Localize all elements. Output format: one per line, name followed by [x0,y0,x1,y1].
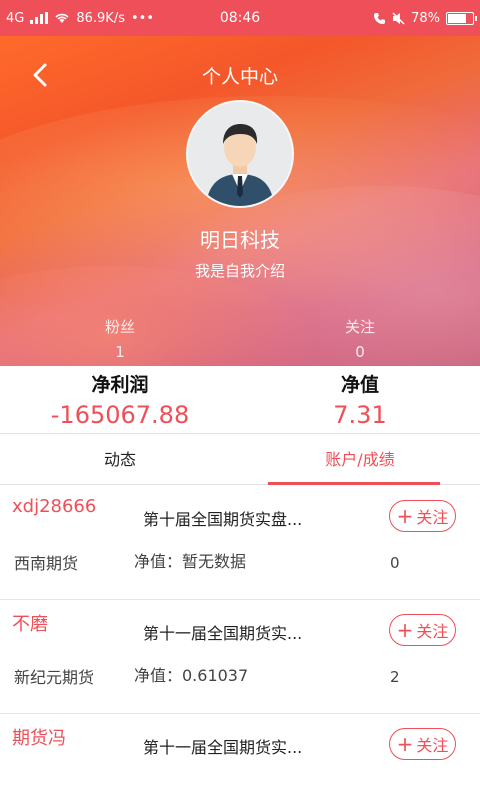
contest-name: 第十一届全国期货实... [143,624,303,643]
active-tab-indicator [268,482,440,485]
page-title: 个人中心 [201,66,278,88]
fans-stat[interactable]: 粉丝 1 [60,316,180,361]
net-value: 净值 7.31 [240,370,480,429]
contest-name: 第十届全国期货实盘... [143,510,303,529]
profile-name: 明日科技 [200,228,280,252]
following-stat[interactable]: 关注 0 [300,316,420,361]
follow-label: 关注 [416,508,449,527]
account-count: 2 [390,668,400,686]
status-right: 78% [373,10,477,26]
status-bar: 4G 86.9K/s ••• 08:46 78% [0,0,480,36]
account-count: 0 [390,554,400,572]
wifi-icon [55,13,69,23]
battery-icon [446,11,477,25]
following-count: 0 [355,343,365,361]
broker-name: 西南期货 [14,554,79,573]
list-item[interactable]: xdj28666 第十届全国期货实盘... + 关注 西南期货 净值：暂无数据 … [0,486,480,600]
list-item[interactable]: 不磨 第十一届全国期货实... + 关注 新纪元期货 净值：0.61037 2 [0,600,480,714]
follow-button[interactable]: + 关注 [389,500,456,532]
net-value-value: 7.31 [333,401,387,429]
plus-icon: + [396,618,414,642]
tab-bar: 动态 账户/成绩 [0,435,480,485]
account-nav: 净值：暂无数据 [134,552,247,571]
phone-icon [374,12,386,24]
follow-label: 关注 [416,736,449,755]
tab-activity[interactable]: 动态 [0,435,240,485]
status-time: 08:46 [219,10,261,26]
list-item[interactable]: 期货冯 第十一届全国期货实... + 关注 [0,714,480,800]
following-label: 关注 [344,318,375,336]
mute-icon [392,11,405,25]
broker-name: 新纪元期货 [14,668,95,687]
account-name: 期货冯 [12,728,66,749]
user-avatar-icon [188,102,292,206]
plus-icon: + [396,732,414,756]
net-profit-value: -165067.88 [50,401,190,429]
net-profit: 净利润 -165067.88 [0,370,240,429]
contest-name: 第十一届全国期货实... [143,738,303,757]
performance-summary: 净利润 -165067.88 净值 7.31 [0,366,480,434]
plus-icon: + [396,504,414,528]
follow-button[interactable]: + 关注 [389,728,456,760]
network-speed: 86.9K/s [76,10,125,26]
net-value-label: 净值 [340,374,379,396]
profile-header: 个人中心 明日科技 我是自我介绍 粉丝 1 关注 0 [0,36,480,366]
status-left: 4G 86.9K/s ••• [6,11,154,26]
follow-button[interactable]: + 关注 [389,614,456,646]
account-name: xdj28666 [12,496,97,517]
account-list: xdj28666 第十届全国期货实盘... + 关注 西南期货 净值：暂无数据 … [0,486,480,800]
account-name: 不磨 [12,614,48,635]
profile-intro: 我是自我介绍 [194,262,285,280]
tab-accounts[interactable]: 账户/成绩 [240,435,480,485]
fans-count: 1 [115,343,125,361]
account-nav: 净值：0.61037 [134,666,249,685]
avatar[interactable] [186,100,294,208]
network-type: 4G [6,10,25,26]
net-profit-label: 净利润 [91,374,149,396]
follow-label: 关注 [416,622,449,641]
notification-dots: ••• [130,10,154,26]
battery-percent: 78% [411,10,440,26]
signal-icon [30,12,49,24]
fans-label: 粉丝 [104,318,135,336]
